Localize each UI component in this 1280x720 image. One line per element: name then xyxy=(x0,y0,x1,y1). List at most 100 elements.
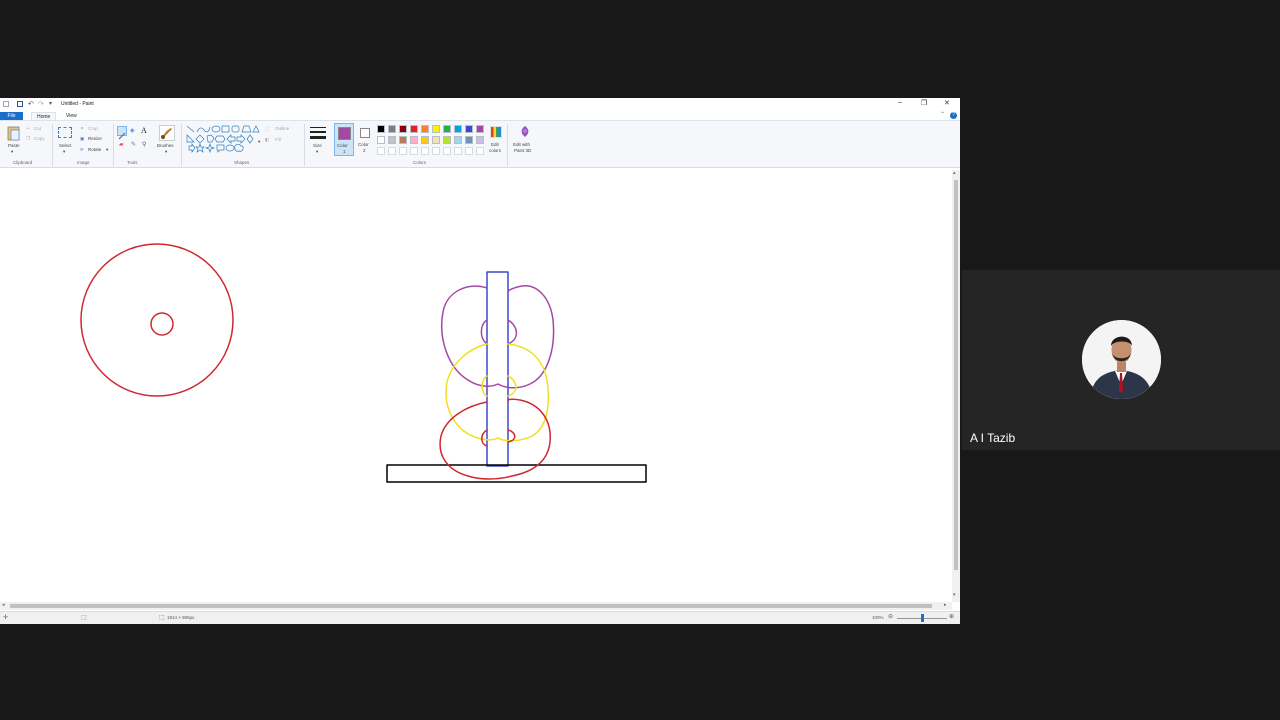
brushes-dropdown-icon[interactable]: ▾ xyxy=(165,149,167,155)
palette-swatch[interactable] xyxy=(454,136,462,144)
palette-swatch[interactable] xyxy=(410,125,418,133)
tab-home[interactable]: Home xyxy=(31,112,57,120)
select-icon[interactable] xyxy=(58,127,72,138)
color-picker-icon[interactable]: ✎ xyxy=(131,141,136,148)
custom-color-slot[interactable] xyxy=(443,147,451,155)
shapes-gallery[interactable] xyxy=(186,125,260,155)
collapse-ribbon-icon[interactable]: ⌃ xyxy=(940,111,945,118)
custom-color-slot[interactable] xyxy=(476,147,484,155)
custom-color-slot[interactable] xyxy=(410,147,418,155)
rotate-button[interactable]: Rotate xyxy=(88,147,101,152)
cut-button[interactable]: Cut xyxy=(34,126,41,131)
zoom-slider-thumb[interactable] xyxy=(921,614,924,622)
size-dropdown-icon[interactable]: ▾ xyxy=(316,149,318,155)
horizontal-scrollbar[interactable]: ◂ ▸ xyxy=(0,602,952,610)
paste-dropdown-icon[interactable]: ▾ xyxy=(11,149,13,155)
custom-color-slot[interactable] xyxy=(454,147,462,155)
custom-color-slot[interactable] xyxy=(399,147,407,155)
custom-color-slot[interactable] xyxy=(388,147,396,155)
magnifier-icon[interactable]: ⚲ xyxy=(142,141,146,148)
paste-button[interactable]: Paste xyxy=(8,143,20,148)
copy-button[interactable]: Copy xyxy=(34,136,45,141)
restore-icon[interactable]: ❐ xyxy=(921,99,927,107)
tab-file[interactable]: File xyxy=(0,112,23,120)
outline-button[interactable]: Outline xyxy=(275,126,289,131)
edit-colors-sub[interactable]: colors xyxy=(489,148,501,153)
text-icon[interactable]: A xyxy=(141,126,147,135)
color1-button[interactable]: Color 1 xyxy=(334,123,354,156)
select-button[interactable]: Select xyxy=(59,143,72,148)
tab-view[interactable]: View xyxy=(66,112,77,120)
palette-swatch[interactable] xyxy=(399,125,407,133)
minimize-icon[interactable]: – xyxy=(898,99,902,106)
zoom-out-icon[interactable]: ⊖ xyxy=(888,613,893,620)
palette-swatch[interactable] xyxy=(465,136,473,144)
palette-swatch[interactable] xyxy=(388,136,396,144)
custom-color-slot[interactable] xyxy=(377,147,385,155)
crop-button[interactable]: Crop xyxy=(88,126,98,131)
zoom-in-icon[interactable]: ⊕ xyxy=(949,613,954,620)
scroll-right-icon[interactable]: ▸ xyxy=(944,602,947,608)
scroll-up-icon[interactable]: ▴ xyxy=(953,170,956,176)
participant-tile[interactable]: A I Tazib xyxy=(962,270,1280,450)
image-group-label: Image xyxy=(77,160,90,165)
edit-colors-icon[interactable] xyxy=(490,126,502,138)
custom-color-slot[interactable] xyxy=(421,147,429,155)
scroll-left-icon[interactable]: ◂ xyxy=(2,602,5,608)
save-icon[interactable] xyxy=(17,101,23,107)
palette-swatch[interactable] xyxy=(476,136,484,144)
clipboard-group-label: Clipboard xyxy=(13,160,33,165)
palette-swatch[interactable] xyxy=(432,125,440,133)
fill-shape-button[interactable]: Fill xyxy=(275,137,281,142)
size-button[interactable]: Size xyxy=(313,143,322,148)
select-dropdown-icon[interactable]: ▾ xyxy=(63,149,65,155)
custom-color-slot[interactable] xyxy=(465,147,473,155)
palette-swatch[interactable] xyxy=(443,136,451,144)
vertical-scrollbar[interactable]: ▴ ▾ xyxy=(952,170,960,602)
palette-swatch[interactable] xyxy=(421,136,429,144)
group-divider xyxy=(52,124,53,166)
palette-swatch[interactable] xyxy=(388,125,396,133)
edit-with-paint3d-sub[interactable]: Paint 3D xyxy=(514,148,531,153)
undo-icon[interactable]: ↶ xyxy=(28,100,34,108)
customize-quick-access-icon[interactable]: ▾ xyxy=(49,100,52,107)
custom-color-slot[interactable] xyxy=(432,147,440,155)
shapes-scroll-icon[interactable]: ▾ xyxy=(258,139,260,145)
paint3d-icon[interactable] xyxy=(519,125,531,139)
edit-with-paint3d-label[interactable]: Edit with xyxy=(513,142,530,147)
edit-colors-label[interactable]: Edit xyxy=(491,142,499,147)
pencil-icon[interactable] xyxy=(117,126,127,140)
palette-swatch[interactable] xyxy=(377,125,385,133)
rotate-icon: ⟳ xyxy=(80,147,84,152)
scroll-down-icon[interactable]: ▾ xyxy=(953,592,956,598)
fill-icon[interactable]: ◈ xyxy=(130,127,135,134)
help-icon[interactable]: ? xyxy=(950,112,957,119)
brushes-button[interactable]: Brushes xyxy=(157,143,174,148)
size-icon[interactable] xyxy=(310,126,326,140)
palette-swatch[interactable] xyxy=(443,125,451,133)
palette-swatch[interactable] xyxy=(410,136,418,144)
resize-button[interactable]: Resize xyxy=(88,136,102,141)
palette-swatch[interactable] xyxy=(377,136,385,144)
palette-swatch[interactable] xyxy=(421,125,429,133)
redo-icon[interactable]: ↷ xyxy=(38,100,44,108)
vertical-scroll-thumb[interactable] xyxy=(954,180,958,570)
rotate-dropdown-icon[interactable]: ▾ xyxy=(106,147,108,153)
cut-icon: ✂ xyxy=(26,126,30,131)
palette-swatch[interactable] xyxy=(432,136,440,144)
palette-swatch[interactable] xyxy=(476,125,484,133)
title-bar: ↶ ↷ ▾ Untitled - Paint – ❐ ✕ xyxy=(0,98,960,111)
palette-swatch[interactable] xyxy=(399,136,407,144)
drawing-canvas[interactable] xyxy=(0,170,952,602)
eraser-icon[interactable]: ▰ xyxy=(119,141,124,148)
group-divider xyxy=(113,124,114,166)
color1-label: Color xyxy=(337,143,348,148)
paste-icon[interactable] xyxy=(7,125,21,141)
brushes-icon[interactable] xyxy=(159,125,175,141)
horizontal-scroll-thumb[interactable] xyxy=(10,604,932,608)
group-divider xyxy=(507,124,508,166)
palette-swatch[interactable] xyxy=(454,125,462,133)
close-icon[interactable]: ✕ xyxy=(944,99,950,107)
color2-button[interactable]: Color 2 xyxy=(356,123,374,156)
palette-swatch[interactable] xyxy=(465,125,473,133)
